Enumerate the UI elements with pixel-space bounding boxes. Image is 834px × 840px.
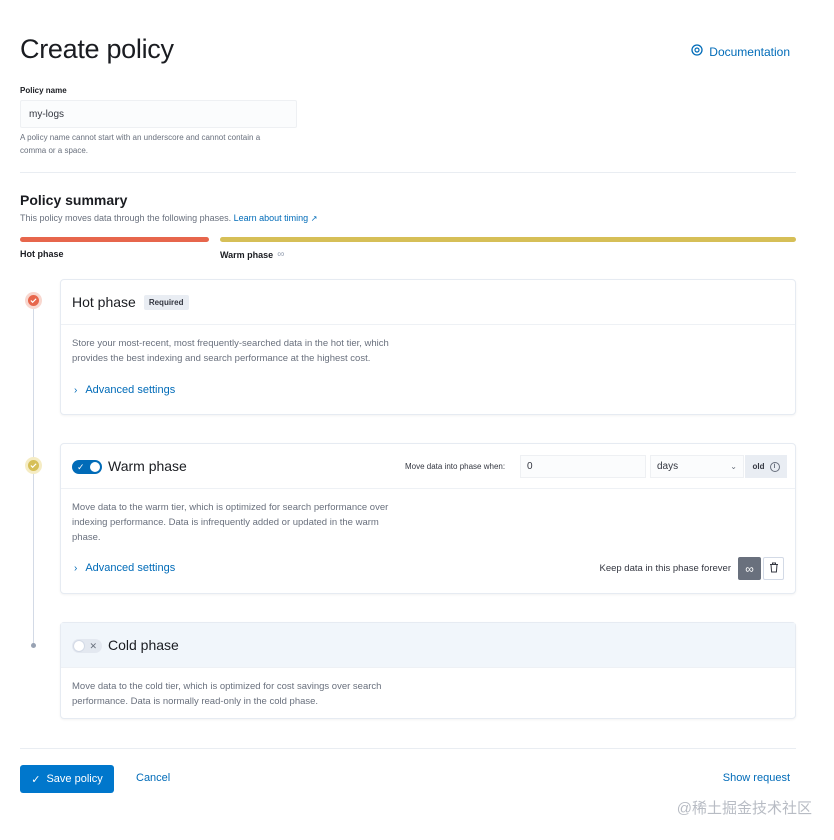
switch-knob: [74, 641, 84, 651]
cold-desc-line-1: Move data to the cold tier, which is opt…: [72, 681, 382, 692]
learn-timing-label: Learn about timing: [233, 213, 309, 223]
hot-phase-bar-label: Hot phase: [20, 249, 64, 259]
cold-phase-panel: ✕ Cold phase Move data to the cold tier,…: [60, 622, 796, 719]
switch-knob: [90, 462, 100, 472]
required-badge: Required: [143, 294, 189, 310]
hot-phase-description: Store your most-recent, most frequently-…: [72, 336, 432, 366]
warm-phase-bar-label: Warm phase ∞: [220, 249, 284, 260]
keep-forever-label: Keep data in this phase forever: [599, 563, 731, 574]
chevron-right-icon: ›: [74, 562, 78, 574]
policy-name-label: Policy name: [20, 86, 67, 95]
policy-name-input[interactable]: [20, 100, 297, 128]
move-data-label: Move data into phase when:: [405, 462, 506, 471]
infinity-icon: ∞: [277, 249, 285, 260]
save-policy-button[interactable]: ✓ Save policy: [20, 765, 114, 793]
hot-phase-title: Hot phase: [72, 294, 136, 310]
hot-phase-panel: Hot phase Required Store your most-recen…: [60, 279, 796, 415]
old-append: old i: [745, 455, 787, 478]
min-age-input[interactable]: [520, 455, 646, 478]
warm-phase-panel: ✓ Warm phase Move data into phase when: …: [60, 443, 796, 594]
hot-phase-header: Hot phase Required: [61, 280, 795, 325]
min-age-unit-select[interactable]: days ⌄: [650, 455, 744, 478]
warm-phase-bar: [220, 237, 796, 242]
divider: [20, 748, 796, 749]
learn-timing-link[interactable]: Learn about timing ↗: [234, 213, 318, 223]
hot-desc-line-1: Store your most-recent, most frequently-…: [72, 338, 389, 349]
cold-phase-title: Cold phase: [108, 637, 179, 653]
warm-advanced-settings-toggle[interactable]: › Advanced settings: [74, 562, 175, 574]
hot-phase-check-icon: [25, 292, 42, 309]
warm-phase-bar-text: Warm phase: [220, 249, 274, 260]
check-icon: ✓: [31, 773, 41, 786]
keep-forever-button[interactable]: ∞: [738, 557, 761, 580]
documentation-link[interactable]: Documentation: [691, 44, 790, 59]
warm-phase-header: ✓ Warm phase Move data into phase when: …: [61, 444, 795, 489]
chevron-right-icon: ›: [74, 384, 78, 396]
hot-phase-title-row: Hot phase Required: [72, 294, 189, 310]
summary-description: This policy moves data through the follo…: [20, 213, 317, 223]
hot-advanced-settings-label: Advanced settings: [85, 384, 176, 396]
infinity-icon: ∞: [745, 561, 754, 576]
warm-desc-line-1: Move data to the warm tier, which is opt…: [72, 502, 389, 513]
help-line-1: A policy name cannot start with an under…: [20, 133, 261, 142]
warm-phase-description: Move data to the warm tier, which is opt…: [72, 500, 432, 545]
help-icon: [691, 44, 703, 59]
hot-desc-line-2: provides the best indexing and search pe…: [72, 353, 371, 364]
warm-advanced-settings-label: Advanced settings: [85, 562, 176, 574]
external-link-icon: ↗: [310, 214, 318, 223]
save-policy-label: Save policy: [46, 773, 103, 785]
summary-description-text: This policy moves data through the follo…: [20, 213, 232, 223]
divider: [20, 172, 796, 173]
trash-icon: [769, 560, 779, 578]
unit-value: days: [657, 461, 679, 472]
documentation-label: Documentation: [709, 44, 790, 59]
watermark: @稀土掘金技术社区: [676, 800, 812, 817]
old-label: old: [752, 462, 765, 471]
chevron-down-icon: ⌄: [730, 462, 737, 471]
cold-phase-dot-icon: [31, 643, 36, 648]
cold-desc-line-2: performance. Data is normally read-only …: [72, 696, 319, 707]
cold-phase-switch[interactable]: ✕: [72, 639, 102, 653]
info-icon[interactable]: i: [769, 461, 780, 472]
cancel-button[interactable]: Cancel: [136, 772, 170, 784]
help-line-2: comma or a space.: [20, 146, 89, 155]
summary-title: Policy summary: [20, 192, 128, 208]
delete-phase-button[interactable]: [763, 557, 784, 580]
cold-phase-description: Move data to the cold tier, which is opt…: [72, 679, 432, 709]
warm-phase-check-icon: [25, 457, 42, 474]
warm-phase-switch[interactable]: ✓: [72, 460, 102, 474]
hot-advanced-settings-toggle[interactable]: › Advanced settings: [74, 384, 175, 396]
hot-phase-bar: [20, 237, 209, 242]
warm-desc-line-3: phase.: [72, 532, 101, 543]
policy-name-help: A policy name cannot start with an under…: [20, 131, 300, 157]
check-icon: ✓: [77, 462, 85, 472]
page-title: Create policy: [20, 34, 174, 64]
warm-desc-line-2: indexing performance. Data is infrequent…: [72, 517, 379, 528]
cold-phase-header: ✕ Cold phase: [61, 623, 795, 668]
show-request-button[interactable]: Show request: [723, 772, 790, 784]
cross-icon: ✕: [89, 641, 97, 651]
warm-phase-title: Warm phase: [108, 458, 187, 474]
